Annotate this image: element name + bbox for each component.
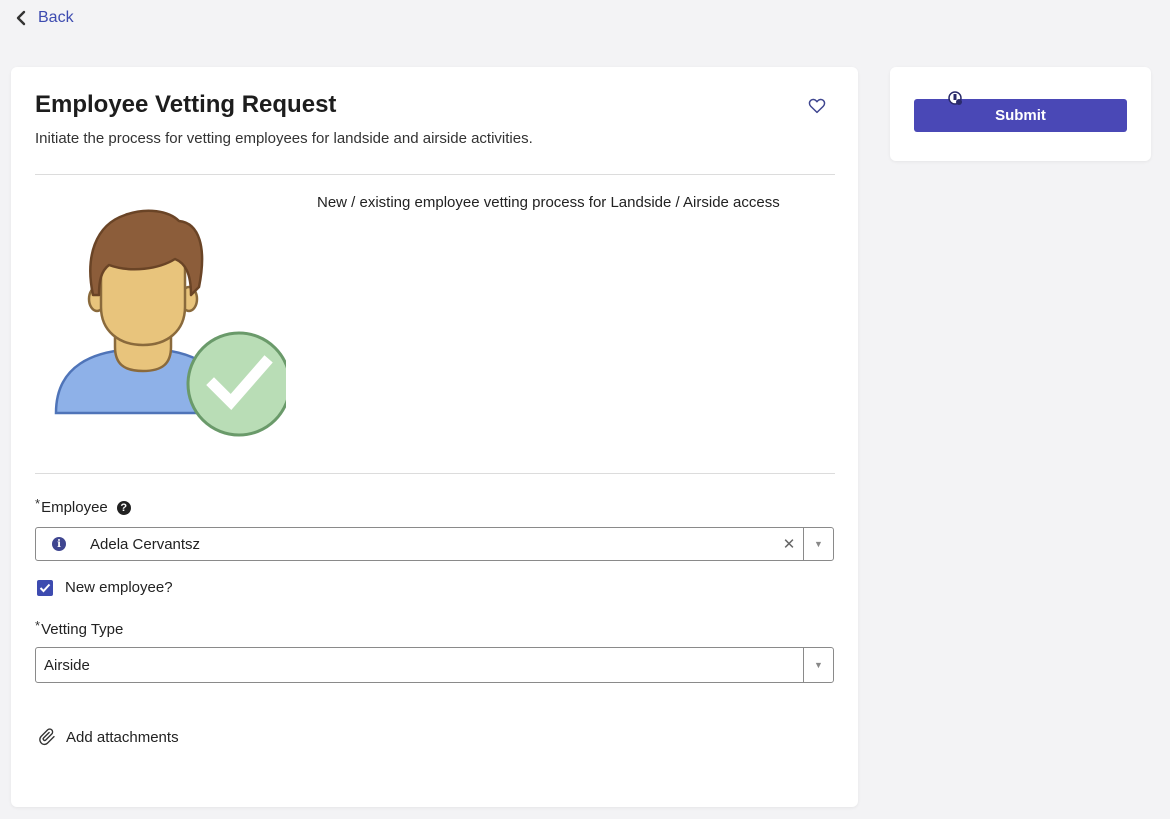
- vetting-type-label-text: Vetting Type: [41, 621, 124, 638]
- back-link[interactable]: Back: [14, 9, 74, 27]
- paperclip-icon: [39, 728, 55, 746]
- back-label: Back: [38, 9, 74, 26]
- employee-value: Adela Cervantsz: [90, 535, 201, 553]
- process-description: New / existing employee vetting process …: [317, 194, 780, 211]
- page-subtitle: Initiate the process for vetting employe…: [35, 130, 533, 147]
- vetting-type-value: Airside: [44, 656, 90, 674]
- checkmark-icon: [39, 583, 51, 592]
- heart-icon[interactable]: [808, 97, 826, 115]
- add-attachments-label: Add attachments: [66, 728, 179, 746]
- chevron-down-icon[interactable]: ▼: [803, 648, 833, 682]
- submit-button[interactable]: Submit: [914, 99, 1127, 132]
- vetting-type-label: * Vetting Type: [35, 618, 124, 638]
- required-mark: *: [35, 496, 41, 511]
- chevron-down-icon[interactable]: ▼: [803, 528, 833, 560]
- vetting-type-select[interactable]: Airside ▼: [35, 647, 834, 683]
- divider: [35, 473, 835, 474]
- info-circle-icon[interactable]: i: [52, 537, 66, 551]
- busy-cursor-icon: [948, 91, 962, 105]
- employee-select[interactable]: i Adela Cervantsz ✕ ▼: [35, 527, 834, 561]
- required-mark: *: [35, 618, 41, 633]
- chevron-left-icon: [16, 10, 26, 26]
- employee-label-text: Employee: [41, 499, 108, 516]
- actions-card: Submit: [890, 67, 1151, 161]
- new-employee-label: New employee?: [65, 579, 173, 596]
- request-form-card: Employee Vetting Request Initiate the pr…: [11, 67, 858, 807]
- question-circle-icon[interactable]: ?: [116, 500, 131, 515]
- divider: [35, 174, 835, 175]
- employee-verified-illustration: [54, 209, 286, 437]
- new-employee-checkbox[interactable]: [37, 579, 53, 596]
- add-attachments-button[interactable]: Add attachments: [39, 728, 179, 746]
- new-employee-row: New employee?: [37, 579, 173, 596]
- employee-label: * Employee ?: [35, 496, 131, 516]
- clear-icon[interactable]: ✕: [777, 535, 801, 553]
- page-title: Employee Vetting Request: [35, 91, 337, 118]
